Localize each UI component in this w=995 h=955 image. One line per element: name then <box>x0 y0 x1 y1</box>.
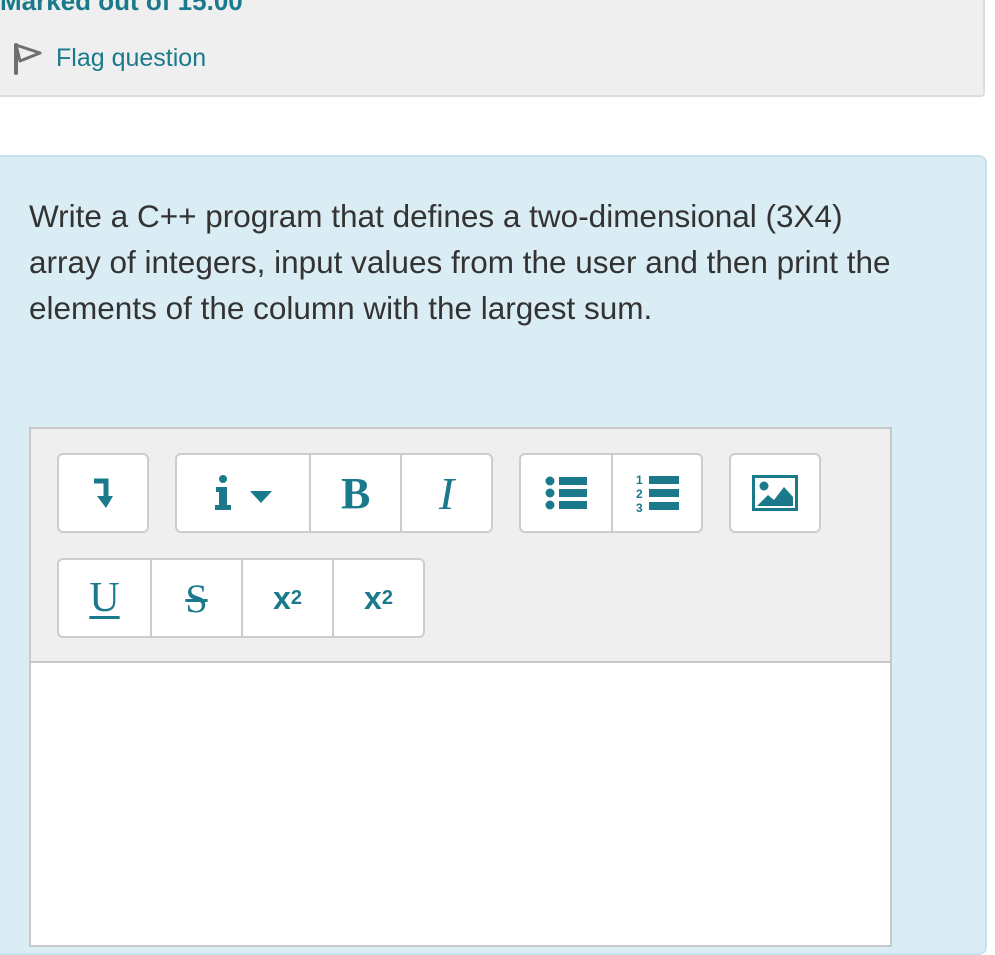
ordered-list-button[interactable]: 1 2 3 <box>610 455 701 531</box>
superscript-base: x <box>364 579 382 616</box>
italic-label: I <box>438 467 455 519</box>
subscript-digit: 2 <box>290 586 302 609</box>
strikethrough-label: S <box>185 575 208 621</box>
bold-button[interactable]: B <box>309 455 400 531</box>
italic-button[interactable]: I <box>400 455 491 531</box>
svg-text:1: 1 <box>636 473 643 487</box>
superscript-button[interactable]: x2 <box>331 560 423 636</box>
marked-out-of-text: Marked out of 15.00 <box>0 0 243 16</box>
underline-label: U <box>89 575 120 621</box>
info-icon <box>215 475 273 510</box>
show-more-buttons[interactable] <box>59 455 147 531</box>
underline-button[interactable]: U <box>59 560 150 636</box>
subscript-base: x <box>273 579 291 616</box>
editor-toolbar: B I 1 2 3 U S x 2 x 2 <box>31 429 890 663</box>
toolbar-group-format: U S x2 x2 <box>57 558 425 638</box>
strikethrough-button[interactable]: S <box>149 560 241 636</box>
toolbar-group-style: B I <box>175 453 493 533</box>
flag-question-link[interactable]: Flag question <box>12 40 206 76</box>
arrow-down-icon <box>94 478 113 508</box>
bullet-list-icon <box>545 476 587 510</box>
superscript-digit: 2 <box>381 586 393 609</box>
insert-image-button[interactable] <box>731 455 819 531</box>
flag-icon <box>14 43 42 75</box>
answer-editor: B I 1 2 3 U S x 2 x 2 <box>29 427 892 947</box>
bold-label: B <box>341 468 371 518</box>
flag-question-label: Flag question <box>56 43 207 72</box>
toolbar-group-media <box>729 453 821 533</box>
toolbar-group-collapse <box>57 453 149 533</box>
svg-text:2: 2 <box>636 487 643 501</box>
numbered-list-icon: 1 2 3 <box>636 473 679 514</box>
toolbar-group-lists: 1 2 3 <box>519 453 703 533</box>
subscript-button[interactable]: x2 <box>240 560 332 636</box>
editor-content-area[interactable] <box>31 663 890 945</box>
svg-text:3: 3 <box>636 501 643 514</box>
paragraph-styles-button[interactable] <box>177 455 309 531</box>
question-text: Write a C++ program that defines a two-d… <box>29 198 891 326</box>
unordered-list-button[interactable] <box>521 455 611 531</box>
image-icon <box>752 475 798 511</box>
